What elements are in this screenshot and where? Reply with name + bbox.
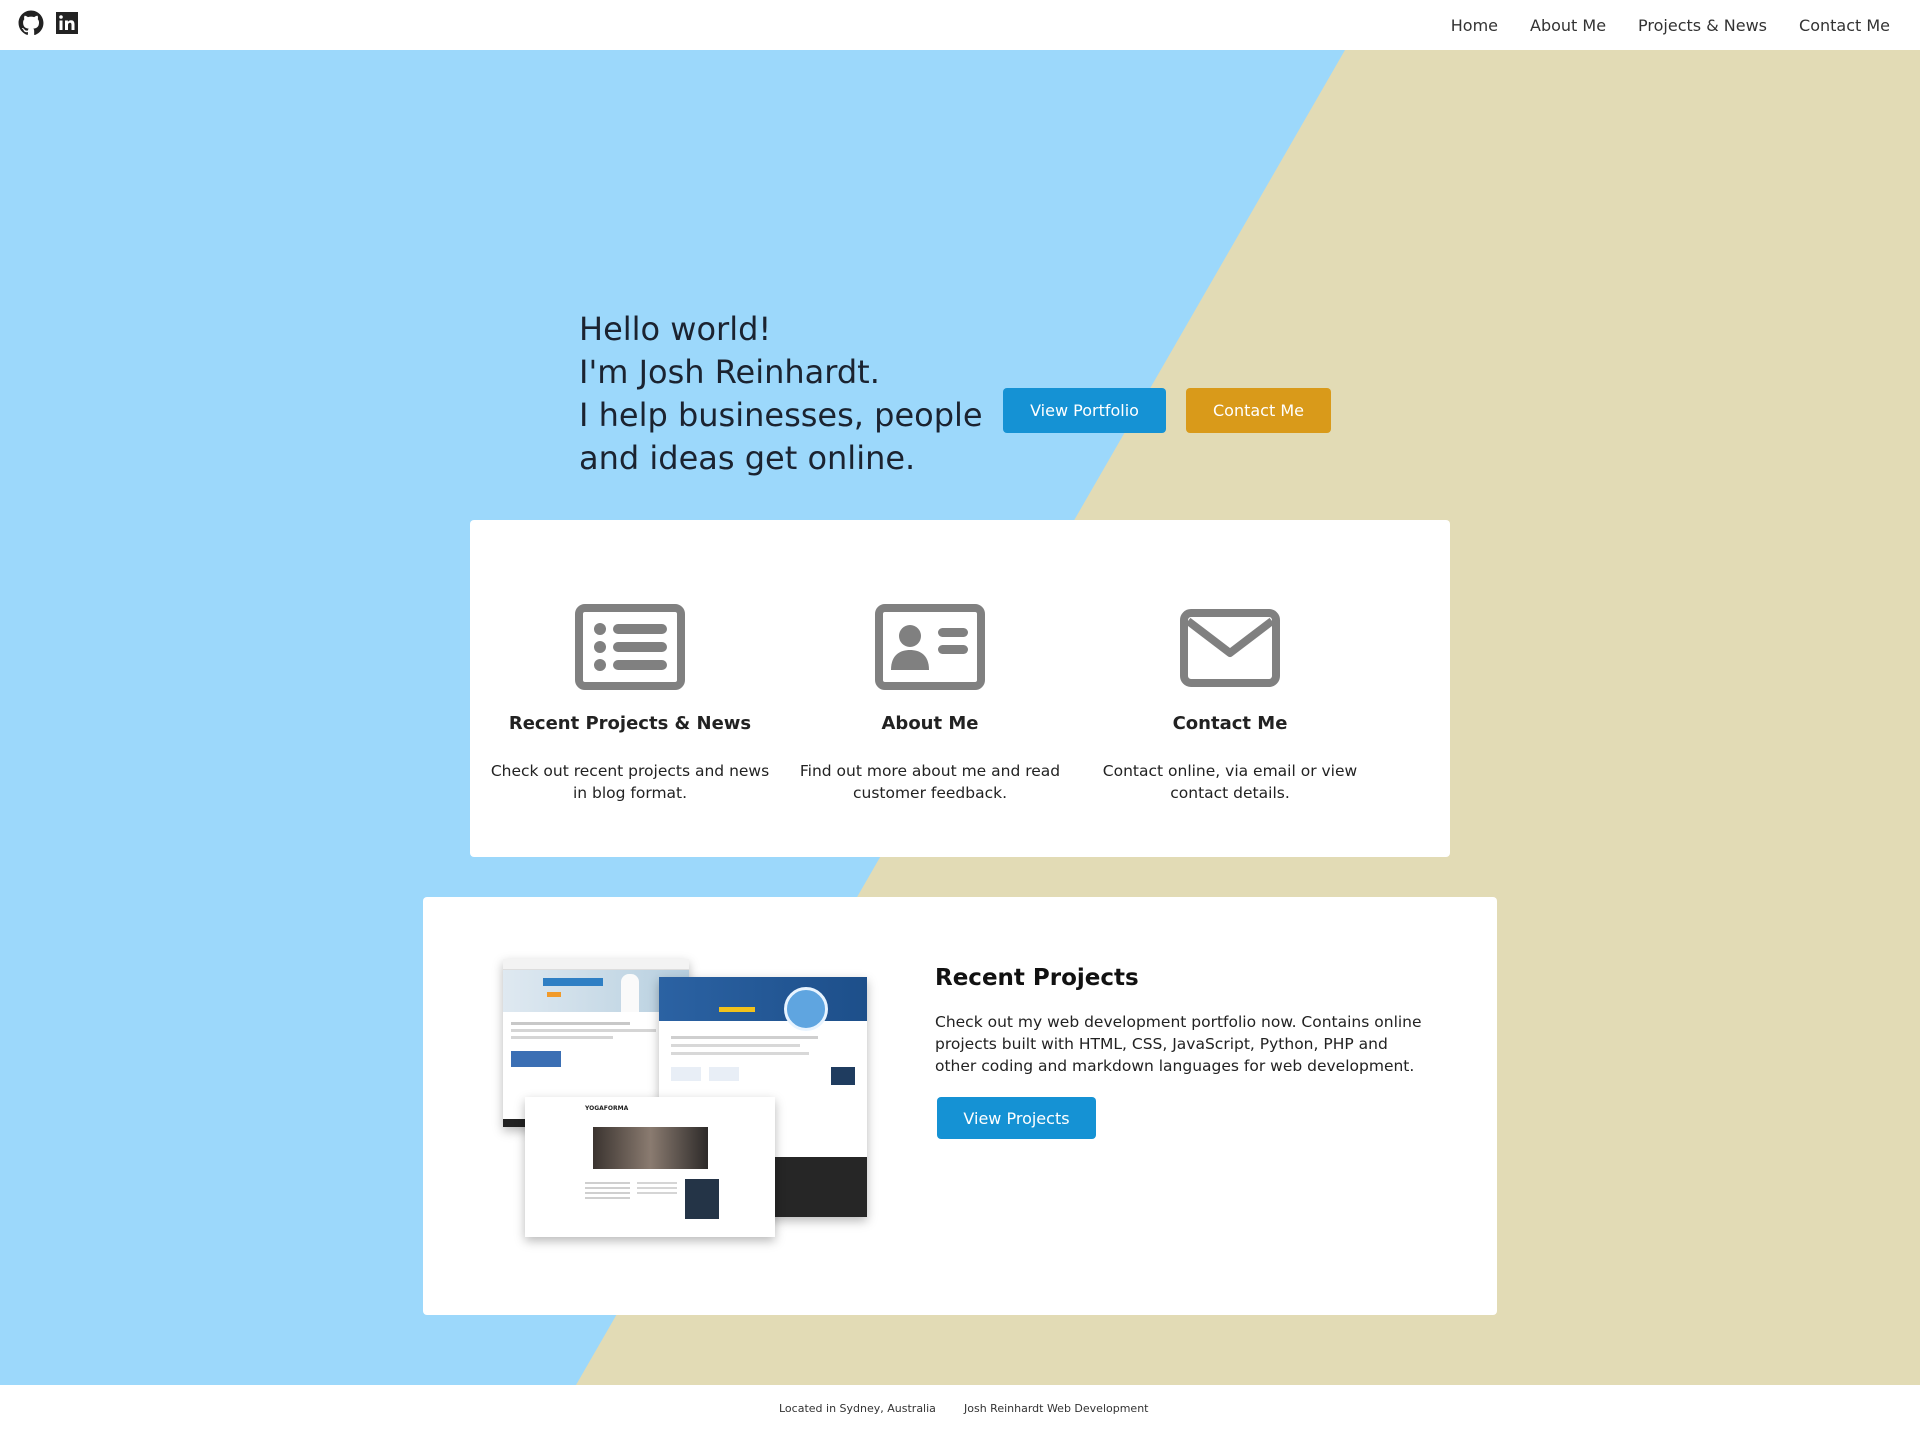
footer: Located in Sydney, Australia Josh Reinha…	[0, 1385, 1920, 1435]
yogaforma-logo: YOGAFORMA	[585, 1105, 629, 1112]
footer-brand: Josh Reinhardt Web Development	[964, 1402, 1149, 1415]
hero-headline: Hello world! I'm Josh Reinhardt. I help …	[579, 308, 999, 480]
hero-line-2: I'm Josh Reinhardt.	[579, 353, 880, 391]
feature-title: Contact Me	[1172, 713, 1288, 734]
list-icon	[575, 604, 685, 690]
feature-title: Recent Projects & News	[508, 713, 752, 734]
footer-location: Located in Sydney, Australia	[779, 1402, 936, 1415]
view-portfolio-button[interactable]: View Portfolio	[1003, 388, 1166, 433]
feature-description: Find out more about me and read customer…	[799, 762, 1061, 802]
id-card-icon	[875, 604, 985, 690]
nav-home[interactable]: Home	[1451, 16, 1498, 35]
top-navbar: Home About Me Projects & News Contact Me	[0, 0, 1920, 50]
nav-about-me[interactable]: About Me	[1530, 16, 1606, 35]
recent-projects-description: Check out my web development portfolio n…	[935, 1013, 1422, 1075]
hero-line-4: and ideas get online.	[579, 439, 916, 477]
features-card: Recent Projects & News Check out recent …	[470, 520, 1450, 857]
linkedin-link[interactable]	[55, 11, 79, 35]
linkedin-icon	[56, 12, 78, 34]
hero-line-1: Hello world!	[579, 310, 772, 348]
nav-projects-news[interactable]: Projects & News	[1638, 16, 1767, 35]
project-screenshot-3: YOGAFORMA	[525, 1097, 775, 1237]
nav-contact-me[interactable]: Contact Me	[1799, 16, 1890, 35]
feature-title: About Me	[881, 713, 979, 734]
view-projects-button[interactable]: View Projects	[937, 1097, 1096, 1139]
envelope-icon	[1180, 609, 1280, 687]
hero-line-3: I help businesses, people	[579, 396, 983, 434]
projects-collage-image: YOGAFORMA	[503, 957, 867, 1257]
recent-projects-card: YOGAFORMA Recent Projects Check out my w…	[423, 897, 1497, 1315]
github-icon	[18, 10, 44, 36]
page: Home About Me Projects & News Contact Me…	[0, 0, 1920, 1435]
contact-me-button[interactable]: Contact Me	[1186, 388, 1331, 433]
feature-description: Contact online, via email or view contac…	[1102, 762, 1358, 802]
github-link[interactable]	[18, 10, 44, 36]
recent-projects-title: Recent Projects	[935, 965, 1139, 991]
feature-description: Check out recent projects and news in bl…	[490, 762, 770, 802]
main-nav: Home About Me Projects & News Contact Me	[1419, 0, 1890, 50]
